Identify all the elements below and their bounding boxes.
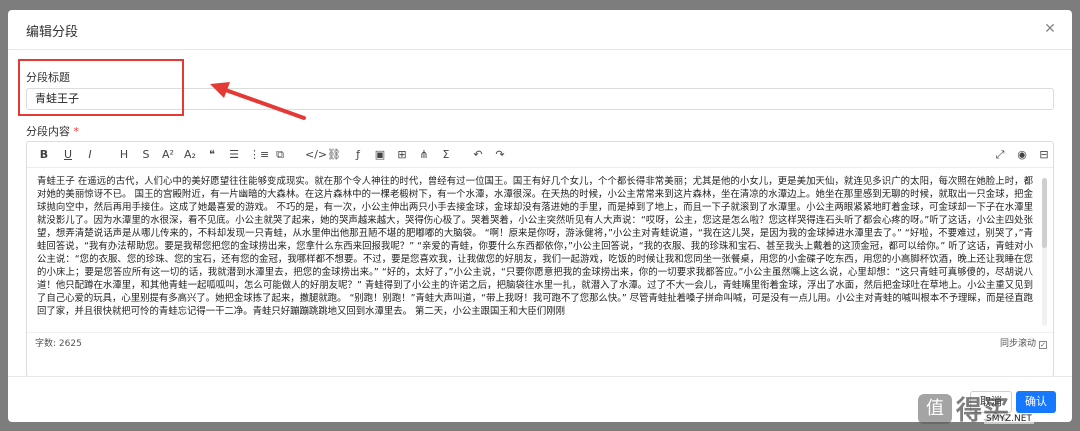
underline-icon[interactable]: U: [61, 147, 75, 163]
segment-content-label: 分段内容 *: [26, 123, 79, 139]
preview-pane-icon[interactable]: ⊟: [1037, 147, 1051, 163]
dialog-header: 编辑分段 ✕: [8, 10, 1072, 50]
close-icon[interactable]: ✕: [1040, 19, 1060, 39]
annotation-arrow: [210, 82, 306, 120]
editor-scrollbar[interactable]: [1042, 178, 1047, 326]
link-icon[interactable]: ⛓: [327, 147, 341, 163]
quote-icon[interactable]: ❝: [205, 147, 219, 163]
subscript-icon[interactable]: A₂: [183, 147, 197, 163]
hierarchy-icon[interactable]: ⋔: [417, 147, 431, 163]
image-icon[interactable]: ▣: [373, 147, 387, 163]
editor-toolbar: B U I H S A² A₂ ❝ ☰ ⋮≡ ⧉ </> ⛓ ƒ ▣ ⊞ ⋔ Σ ↶ ↷ ⤢ ◉ ⊟: [27, 142, 1053, 168]
editor-scroll-thumb[interactable]: [1042, 178, 1047, 248]
sync-scroll-toggle[interactable]: 同步滚动 ✓: [1000, 336, 1047, 349]
header-icon[interactable]: H: [117, 147, 131, 163]
bold-icon[interactable]: B: [37, 147, 51, 163]
formula-icon[interactable]: ƒ: [351, 147, 365, 163]
code-icon[interactable]: </>: [305, 147, 327, 163]
required-mark: *: [73, 125, 80, 138]
segment-content-label-text: 分段内容: [26, 125, 70, 138]
editor-content[interactable]: 青蛙王子 在遥远的古代，人们心中的美好愿望往往能够变成现实。就在那个令人神往的时…: [37, 175, 1033, 335]
edit-segment-dialog: 编辑分段 ✕ 分段标题 青蛙王子 分段内容 * B U I H S A² A₂ ❝ ☰ ⋮≡ ⧉ </…: [8, 10, 1072, 422]
dialog-title: 编辑分段: [26, 25, 79, 40]
watermark-logo: 值: [918, 394, 952, 424]
editor-footer: 字数: 2625 同步滚动 ✓: [27, 332, 1053, 350]
unordered-list-icon[interactable]: ☰: [227, 147, 241, 163]
superscript-icon[interactable]: A²: [161, 147, 175, 163]
preview-eye-icon[interactable]: ◉: [1015, 147, 1029, 163]
sigma-icon[interactable]: Σ: [439, 147, 453, 163]
copy-icon[interactable]: ⧉: [273, 147, 287, 163]
italic-icon[interactable]: I: [83, 147, 97, 163]
fullscreen-icon[interactable]: ⤢: [993, 147, 1007, 163]
watermark: 值 得买 SMYZ.NET: [918, 388, 1080, 428]
dialog-footer: 取消 确认: [8, 376, 1072, 422]
markdown-editor: B U I H S A² A₂ ❝ ☰ ⋮≡ ⧉ </> ⛓ ƒ ▣ ⊞ ⋔ Σ ↶ ↷ ⤢ ◉ ⊟ 青蛙王子 在遥远的古代…: [26, 141, 1054, 377]
ordered-list-icon[interactable]: ⋮≡: [249, 147, 269, 163]
strikethrough-icon[interactable]: S: [139, 147, 153, 163]
word-count: 字数: 2625: [35, 339, 82, 349]
sync-scroll-label: 同步滚动: [999, 339, 1036, 349]
table-icon[interactable]: ⊞: [395, 147, 409, 163]
sync-scroll-checkbox[interactable]: ✓: [1039, 341, 1047, 349]
watermark-site: SMYZ.NET: [984, 414, 1034, 424]
undo-icon[interactable]: ↶: [471, 147, 485, 163]
redo-icon[interactable]: ↷: [493, 147, 507, 163]
annotation-highlight-box: [18, 59, 184, 116]
background-left-strip: [0, 40, 8, 380]
